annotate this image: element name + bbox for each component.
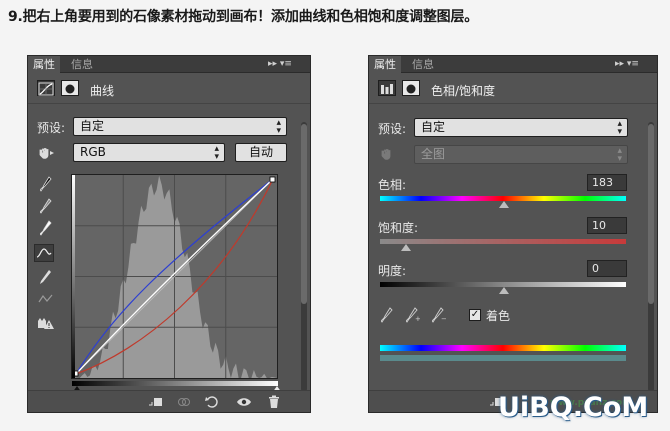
edit-points-curve-tool-icon[interactable]	[34, 244, 54, 262]
hue-slider[interactable]	[499, 201, 509, 208]
scrollbar-thumb[interactable]	[648, 124, 654, 304]
preset-dropdown[interactable]: 自定 ▴ ▾	[414, 118, 628, 137]
tab-info[interactable]: 信息	[66, 56, 98, 73]
source-hue-spectrum-bar	[380, 345, 626, 351]
layer-mask-icon[interactable]	[61, 80, 79, 96]
reset-icon[interactable]	[202, 394, 222, 410]
result-hue-spectrum-bar	[380, 355, 626, 361]
clip-to-layer-icon[interactable]	[146, 394, 166, 410]
input-gradient-bar	[72, 381, 278, 386]
tab-properties[interactable]: 属性	[28, 56, 60, 73]
curves-properties-panel: 属性 信息 ▸▸ ▾≡ 曲线 预设: 自定 ▴ ▾ RGB ▴ ▾ 自动	[27, 55, 311, 413]
adjustment-title: 曲线	[90, 84, 115, 98]
tutorial-step-heading: 9.把右上角要用到的石像素材拖动到画布！添加曲线和色相饱和度调整图层。	[8, 9, 479, 25]
preset-label: 预设:	[378, 122, 407, 136]
lightness-label: 明度:	[378, 264, 407, 278]
saturation-value-field[interactable]: 10	[587, 217, 627, 234]
output-gradient-bar	[72, 175, 75, 378]
subtract-from-sample-eyedropper-icon[interactable]: −	[429, 306, 449, 324]
dropdown-arrows-icon: ▴ ▾	[617, 119, 622, 137]
svg-text:−: −	[441, 315, 446, 323]
white-point-eyedropper-icon[interactable]	[36, 219, 56, 237]
saturation-slider[interactable]	[401, 244, 411, 251]
lightness-value-field[interactable]: 0	[587, 260, 627, 277]
tab-properties[interactable]: 属性	[369, 56, 401, 73]
adjustment-title: 色相/饱和度	[431, 84, 496, 98]
logo-watermark: UiBQ.CoM	[498, 392, 649, 423]
delete-trash-icon[interactable]	[264, 394, 284, 410]
saturation-gradient-bar	[380, 239, 626, 244]
add-to-sample-eyedropper-icon[interactable]: +	[403, 306, 423, 324]
channel-dropdown[interactable]: RGB ▴ ▾	[73, 143, 225, 162]
preset-value: 自定	[80, 119, 105, 133]
hue-value-field[interactable]: 183	[587, 174, 627, 191]
hue-saturation-adjustment-icon	[378, 80, 396, 96]
panel-menu-icon[interactable]: ▸▸ ▾≡	[615, 57, 639, 71]
panel-tab-bar: 属性 信息 ▸▸ ▾≡	[369, 56, 657, 73]
auto-button[interactable]: 自动	[235, 143, 287, 162]
clipping-warning-icon[interactable]	[36, 314, 56, 332]
lightness-slider[interactable]	[499, 287, 509, 294]
preset-dropdown[interactable]: 自定 ▴ ▾	[73, 117, 287, 136]
hue-label: 色相:	[378, 178, 407, 192]
panel-scrollbar[interactable]	[301, 122, 307, 392]
curves-adjustment-icon	[37, 80, 55, 96]
tab-info[interactable]: 信息	[407, 56, 439, 73]
colorize-label: 着色	[486, 309, 511, 323]
preset-label: 预设:	[37, 121, 66, 135]
on-image-adjust-hand-icon[interactable]	[36, 144, 56, 162]
layer-mask-icon[interactable]	[402, 80, 420, 96]
colorize-checkbox[interactable]: ✓	[469, 309, 481, 321]
adjustment-header: 色相/饱和度	[369, 74, 657, 104]
channel-value: RGB	[80, 145, 106, 159]
panel-tab-bar: 属性 信息 ▸▸ ▾≡	[28, 56, 310, 73]
view-previous-state-icon[interactable]	[174, 394, 194, 410]
dropdown-arrows-icon: ▴ ▾	[617, 146, 622, 164]
svg-text:+: +	[415, 315, 420, 323]
saturation-label: 饱和度:	[378, 221, 419, 235]
curves-graph[interactable]	[71, 174, 278, 379]
panel-footer	[28, 390, 310, 412]
adjustment-header: 曲线	[28, 74, 310, 104]
edit-range-dropdown: 全图 ▴ ▾	[414, 145, 628, 164]
panel-menu-icon[interactable]: ▸▸ ▾≡	[268, 57, 292, 71]
dropdown-arrows-icon: ▴ ▾	[214, 144, 219, 162]
range-value: 全图	[421, 147, 446, 161]
eyedropper-icon[interactable]	[377, 306, 397, 324]
smooth-curve-icon[interactable]	[36, 290, 56, 308]
draw-pencil-icon[interactable]	[36, 268, 56, 286]
on-image-adjust-hand-icon	[377, 145, 397, 163]
curve-endpoint-white[interactable]	[269, 176, 276, 183]
black-point-eyedropper-icon[interactable]	[36, 175, 56, 193]
scrollbar-thumb[interactable]	[301, 124, 307, 304]
panel-scrollbar[interactable]	[648, 122, 654, 392]
visibility-eye-icon[interactable]	[234, 394, 254, 410]
dropdown-arrows-icon: ▴ ▾	[276, 118, 281, 136]
hue-saturation-properties-panel: 属性 信息 ▸▸ ▾≡ 色相/饱和度 预设: 自定 ▴ ▾ 全图 ▴ ▾ 色相: 1…	[368, 55, 658, 413]
gray-point-eyedropper-icon[interactable]	[36, 197, 56, 215]
preset-value: 自定	[421, 120, 446, 134]
